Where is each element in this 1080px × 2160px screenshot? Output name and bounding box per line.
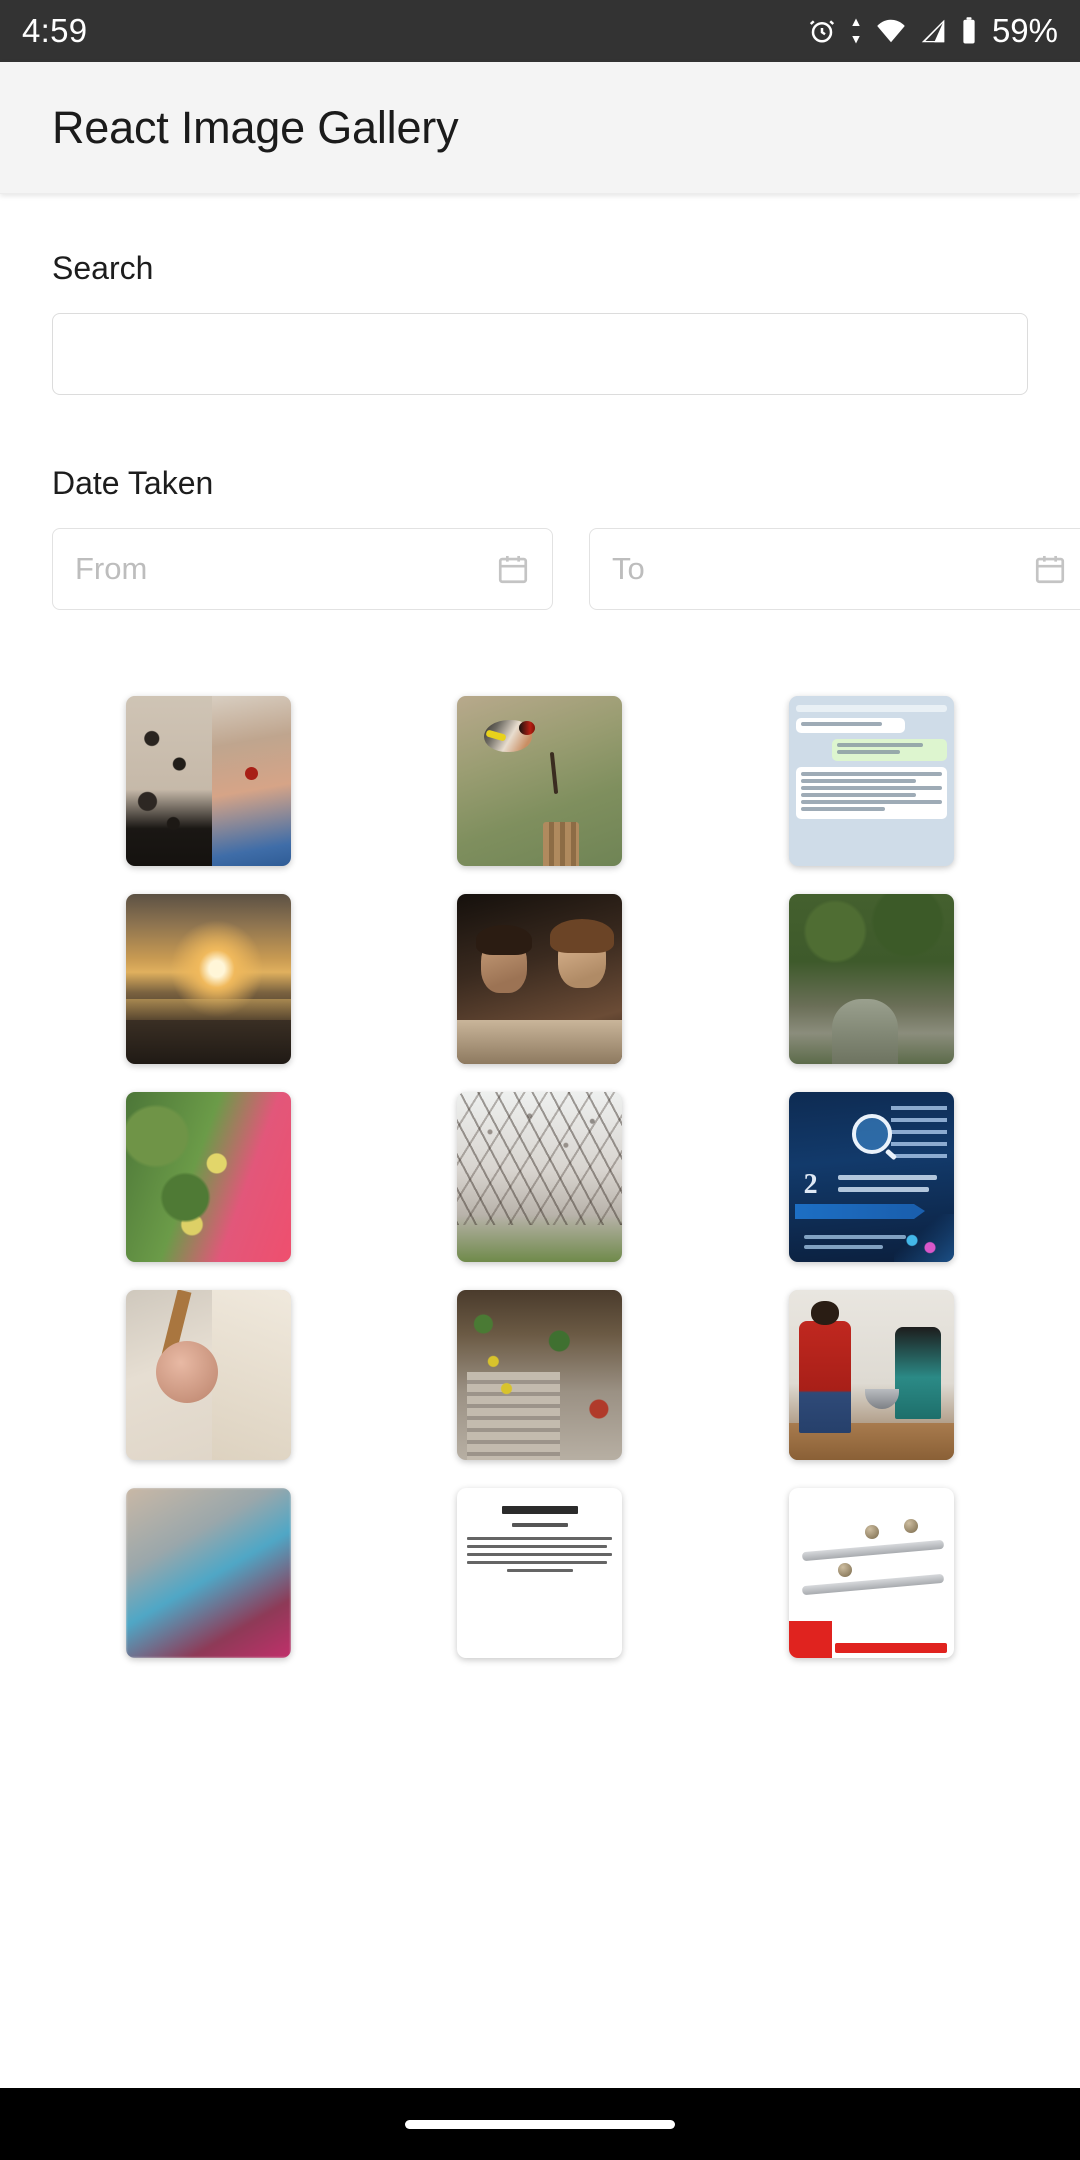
gallery-thumbnail[interactable]: 2 xyxy=(788,1092,954,1262)
wifi-icon xyxy=(875,16,907,46)
date-taken-label: Date Taken xyxy=(52,465,214,501)
date-to-input[interactable] xyxy=(590,551,1033,587)
app-bar: React Image Gallery xyxy=(0,62,1080,194)
search-label: Search xyxy=(52,250,154,286)
sync-arrows-icon xyxy=(848,16,864,46)
status-bar: 4:59 59% xyxy=(0,0,1080,62)
gallery-thumbnail[interactable] xyxy=(788,696,954,866)
date-from-input[interactable] xyxy=(53,551,496,587)
gallery-thumbnail[interactable] xyxy=(457,696,623,866)
gallery-thumbnail[interactable] xyxy=(126,1092,292,1262)
date-from-field[interactable] xyxy=(52,528,553,610)
cellular-signal-icon xyxy=(918,16,948,46)
gallery-thumbnail[interactable] xyxy=(126,1290,292,1460)
date-range-row xyxy=(52,528,1080,610)
main-content: Search Date Taken From To 2 xyxy=(0,250,1080,1658)
gallery-thumbnail[interactable] xyxy=(126,1488,292,1658)
search-input[interactable] xyxy=(52,313,1028,395)
gallery-thumbnail[interactable] xyxy=(457,894,623,1064)
home-gesture-pill[interactable] xyxy=(405,2119,675,2129)
gallery-thumbnail[interactable] xyxy=(126,696,292,866)
gallery-thumbnail[interactable] xyxy=(788,1290,954,1460)
gallery-thumbnail[interactable] xyxy=(788,1488,954,1658)
date-to-field[interactable] xyxy=(589,528,1080,610)
android-navigation-bar xyxy=(0,2088,1080,2160)
gallery-thumbnail[interactable] xyxy=(457,1092,623,1262)
phone-screen: 4:59 59% React Image Gallery Search Date… xyxy=(0,0,1080,2160)
gallery-thumbnail[interactable] xyxy=(457,1488,623,1658)
image-gallery-grid: 2 xyxy=(52,696,1028,1658)
page-title: React Image Gallery xyxy=(52,101,459,153)
status-bar-clock: 4:59 xyxy=(22,12,88,49)
gallery-thumbnail[interactable] xyxy=(457,1290,623,1460)
gallery-thumbnail[interactable] xyxy=(126,894,292,1064)
gallery-thumbnail[interactable] xyxy=(788,894,954,1064)
calendar-icon[interactable] xyxy=(1033,552,1080,586)
battery-icon xyxy=(959,16,979,46)
battery-percent-label: 59% xyxy=(991,12,1058,49)
status-bar-icons: 59% xyxy=(807,12,1058,50)
alarm-icon xyxy=(807,16,837,46)
calendar-icon[interactable] xyxy=(496,552,552,586)
